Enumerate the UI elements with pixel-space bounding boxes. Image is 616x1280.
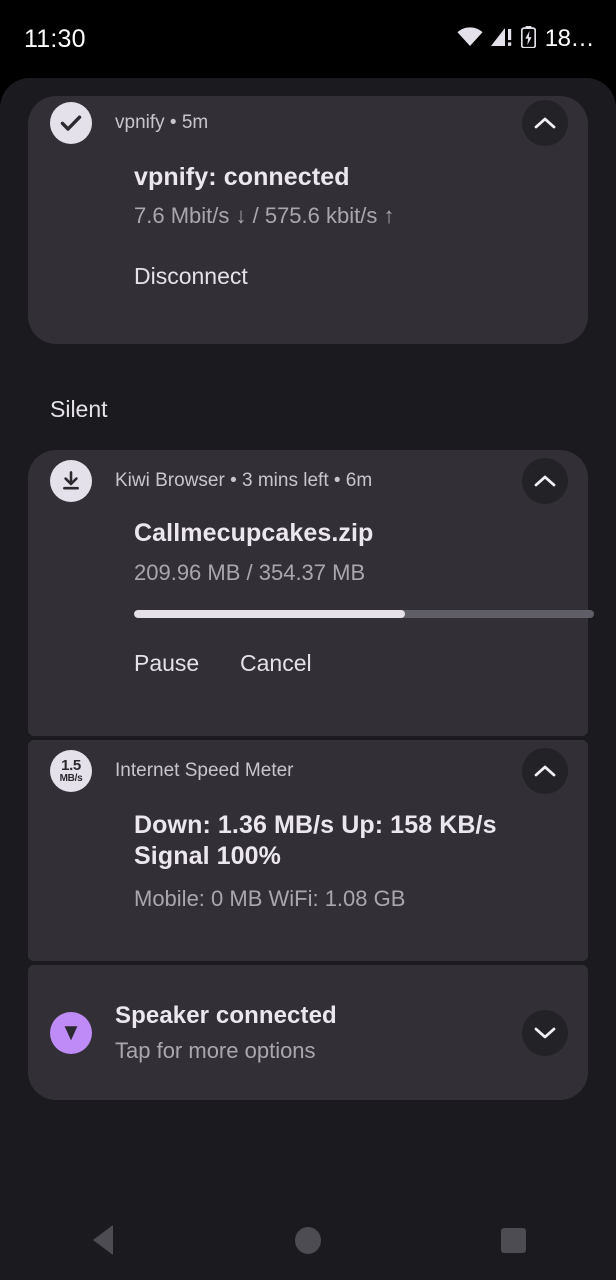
notification-body: Mobile: 0 MB WiFi: 1.08 GB xyxy=(134,886,406,911)
notification-kiwi-browser[interactable]: Kiwi Browser • 3 mins left • 6m Callmecu… xyxy=(28,450,594,736)
notification-title: Down: 1.36 MB/s Up: 158 KB/s Signal 100% xyxy=(134,811,497,870)
notification-header: Kiwi Browser • 3 mins left • 6m xyxy=(28,450,588,512)
back-triangle-icon xyxy=(92,1225,113,1255)
nav-recents-button[interactable] xyxy=(411,1200,616,1280)
silent-section-header: Silent xyxy=(50,396,108,422)
recents-square-icon xyxy=(500,1227,526,1253)
cellular-signal-alert-icon xyxy=(490,27,514,52)
download-icon xyxy=(50,460,92,502)
chevron-up-icon[interactable] xyxy=(522,458,568,504)
cast-speaker-icon xyxy=(50,1011,92,1054)
nav-back-button[interactable] xyxy=(0,1200,205,1280)
checkmark-icon xyxy=(50,102,92,144)
notification-app-header-text: vpnify • 5m xyxy=(115,112,209,133)
status-bar-icons: 18… xyxy=(457,25,595,53)
notification-shade-panel: vpnify • 5m vpnify: connected 7.6 Mbit/s… xyxy=(0,78,616,1200)
download-progress-bar xyxy=(134,610,594,618)
notification-body: Tap for more options xyxy=(115,1037,316,1063)
chevron-up-icon[interactable] xyxy=(522,100,568,146)
notification-actions: Pause Cancel xyxy=(28,650,588,677)
notification-speaker-connected[interactable]: Speaker connected Tap for more options xyxy=(28,965,588,1100)
notification-title: vpnify: connected xyxy=(134,163,350,191)
notification-vpnify[interactable]: vpnify • 5m vpnify: connected 7.6 Mbit/s… xyxy=(28,96,588,344)
chevron-up-icon[interactable] xyxy=(522,748,568,794)
battery-percentage-label: 18… xyxy=(544,25,595,52)
status-bar-clock: 11:30 xyxy=(24,24,86,53)
speed-badge-icon: 1.5 MB/s xyxy=(50,750,92,792)
system-navigation-bar xyxy=(0,1200,616,1280)
download-progress-fill xyxy=(134,610,406,618)
cancel-button[interactable]: Cancel xyxy=(240,650,312,677)
notification-text-column: Speaker connected Tap for more options xyxy=(115,1002,337,1064)
notification-body: 7.6 Mbit/s ↓ / 575.6 kbit/s ↑ xyxy=(134,202,395,228)
notification-header: 1.5 MB/s Internet Speed Meter xyxy=(28,740,588,802)
disconnect-button[interactable]: Disconnect xyxy=(134,263,248,290)
battery-charging-icon xyxy=(520,25,536,53)
notification-body: 209.96 MB / 354.37 MB xyxy=(134,559,366,585)
home-circle-icon xyxy=(294,1226,321,1254)
notification-title: Callmecupcakes.zip xyxy=(134,519,374,547)
speed-badge-unit: MB/s xyxy=(59,772,83,784)
notification-header: vpnify • 5m xyxy=(28,96,588,150)
notification-actions: Disconnect xyxy=(28,263,588,290)
notification-title: Speaker connected xyxy=(115,1001,337,1029)
status-bar: 11:30 18… xyxy=(0,0,616,78)
wifi-icon xyxy=(457,26,483,52)
notification-app-header-text: Internet Speed Meter xyxy=(115,760,294,781)
speed-badge-value: 1.5 xyxy=(61,756,81,774)
chevron-down-icon[interactable] xyxy=(522,1009,568,1056)
notification-app-header-text: Kiwi Browser • 3 mins left • 6m xyxy=(115,470,373,491)
pause-button[interactable]: Pause xyxy=(134,650,240,677)
android-notification-shade-screen: 11:30 18… vpnify • 5m vpnify: connected … xyxy=(0,0,616,1280)
notification-internet-speed-meter[interactable]: 1.5 MB/s Internet Speed Meter Down: 1.36… xyxy=(28,740,588,961)
nav-home-button[interactable] xyxy=(205,1200,410,1280)
